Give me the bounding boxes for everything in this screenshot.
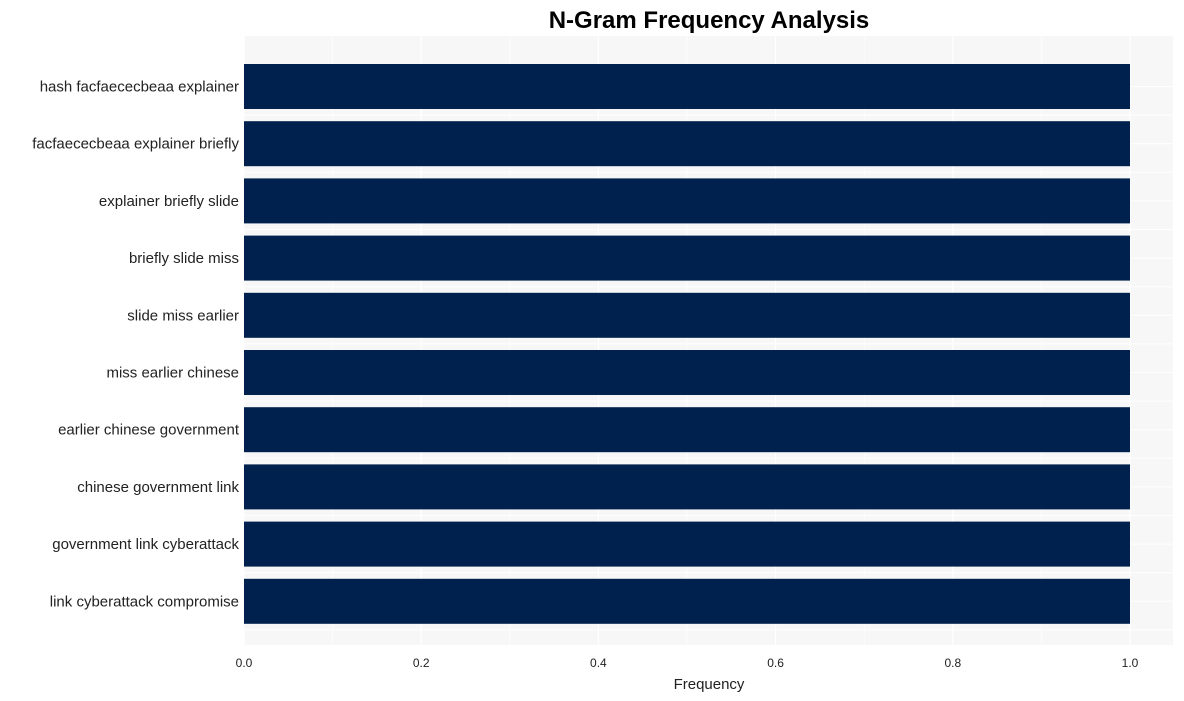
bar	[244, 578, 1130, 624]
x-tick-label: 0.2	[413, 656, 430, 670]
chart-title: N-Gram Frequency Analysis	[549, 7, 870, 34]
x-tick-label: 0.6	[767, 656, 784, 670]
x-axis-label: Frequency	[674, 676, 745, 693]
x-tick-labels: 0.0 0.2 0.4 0.6 0.8 1.0	[236, 656, 1139, 670]
bar	[244, 350, 1130, 395]
x-tick-label: 0.0	[236, 656, 253, 670]
x-tick-label: 0.8	[944, 656, 961, 670]
bar	[244, 464, 1130, 510]
bar	[244, 292, 1130, 338]
y-tick-label: hash facfaececbeaa explainer	[40, 79, 239, 96]
y-tick-label: facfaececbeaa explainer briefly	[32, 136, 239, 153]
bar	[244, 235, 1130, 281]
y-tick-label: chinese government link	[77, 479, 239, 496]
y-tick-label: briefly slide miss	[129, 250, 239, 267]
y-tick-label: slide miss earlier	[127, 307, 239, 324]
bar	[244, 178, 1130, 224]
x-tick-label: 1.0	[1122, 656, 1139, 670]
bar	[244, 64, 1130, 109]
bar	[244, 407, 1130, 453]
bar	[244, 121, 1130, 167]
y-tick-label: miss earlier chinese	[106, 365, 239, 382]
y-tick-label: government link cyberattack	[52, 536, 239, 553]
y-tick-labels: hash facfaececbeaa explainer facfaececbea…	[32, 79, 240, 611]
y-tick-label: explainer briefly slide	[99, 193, 239, 210]
x-tick-label: 0.4	[590, 656, 607, 670]
y-tick-label: earlier chinese government	[58, 422, 240, 439]
bar	[244, 521, 1130, 567]
ngram-chart: hash facfaececbeaa explainer facfaececbea…	[32, 7, 1173, 693]
y-tick-label: link cyberattack compromise	[50, 593, 239, 610]
